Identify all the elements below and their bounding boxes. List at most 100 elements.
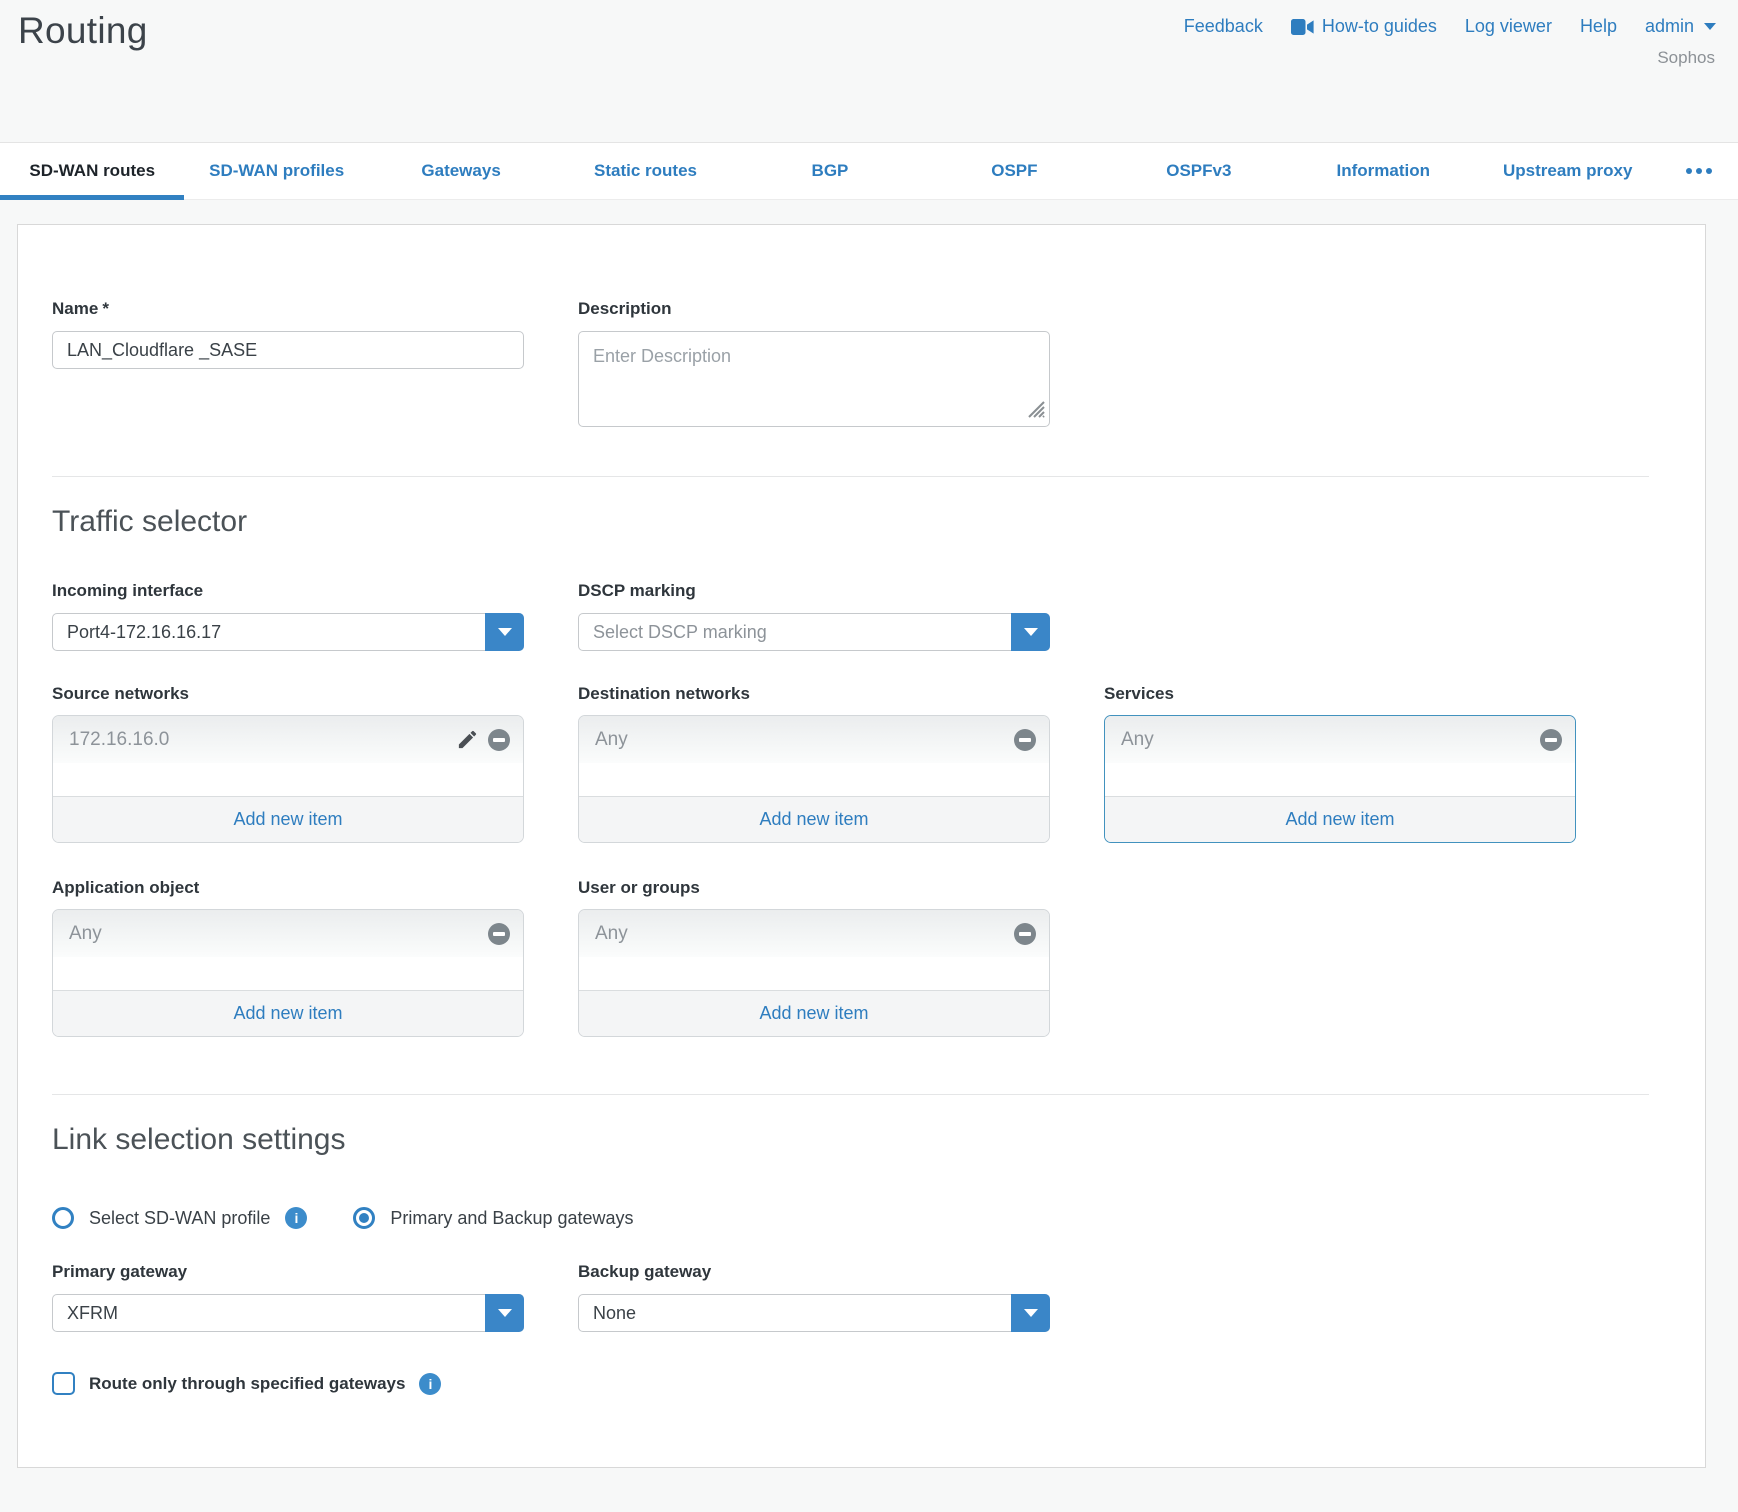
- minus-circle-icon[interactable]: [488, 729, 510, 751]
- section-divider: [52, 476, 1649, 477]
- admin-label: admin: [1645, 16, 1694, 37]
- video-camera-icon: [1291, 19, 1314, 35]
- info-circle-icon[interactable]: i: [419, 1373, 441, 1395]
- source-networks-box: 172.16.16.0 Add new item: [52, 715, 524, 843]
- user-groups-add-button[interactable]: Add new item: [579, 990, 1049, 1036]
- destination-networks-box: Any Add new item: [578, 715, 1050, 843]
- tab-bgp[interactable]: BGP: [738, 143, 922, 199]
- chevron-down-icon: [1704, 23, 1716, 30]
- tab-information[interactable]: Information: [1291, 143, 1475, 199]
- howto-guides-link[interactable]: How-to guides: [1291, 16, 1437, 37]
- pencil-icon[interactable]: [456, 728, 479, 751]
- minus-circle-icon[interactable]: [1014, 923, 1036, 945]
- admin-menu[interactable]: admin: [1645, 16, 1716, 37]
- list-item: Any: [579, 716, 1049, 763]
- minus-circle-icon[interactable]: [488, 923, 510, 945]
- list-item: Any: [579, 910, 1049, 957]
- list-item: Any: [1105, 716, 1575, 763]
- radio-icon-checked[interactable]: [353, 1207, 375, 1229]
- tab-sd-wan-routes[interactable]: SD-WAN routes: [0, 143, 184, 199]
- page-header: Routing Feedback How-to guides Log viewe…: [0, 0, 1738, 142]
- application-object-label: Application object: [52, 878, 524, 898]
- route-only-label[interactable]: Route only through specified gateways: [89, 1374, 405, 1394]
- primary-gateway-label: Primary gateway: [52, 1262, 524, 1282]
- services-add-button[interactable]: Add new item: [1105, 796, 1575, 842]
- required-mark: *: [102, 299, 109, 318]
- dscp-marking-select[interactable]: Select DSCP marking: [578, 613, 1050, 651]
- description-textarea[interactable]: [578, 331, 1050, 427]
- caret-down-icon: [1024, 1309, 1038, 1317]
- destination-networks-label: Destination networks: [578, 684, 1050, 704]
- user-groups-value: Any: [595, 923, 1014, 945]
- header-nav: Feedback How-to guides Log viewer Help a…: [1184, 16, 1716, 37]
- incoming-interface-label: Incoming interface: [52, 581, 524, 601]
- section-divider: [52, 1094, 1649, 1095]
- primary-gateway-dropdown-button[interactable]: [485, 1294, 524, 1332]
- application-object-box: Any Add new item: [52, 909, 524, 1037]
- services-box: Any Add new item: [1104, 715, 1576, 843]
- user-groups-label: User or groups: [578, 878, 1050, 898]
- log-viewer-label: Log viewer: [1465, 16, 1552, 37]
- application-object-value: Any: [69, 923, 488, 945]
- primary-gateway-value: XFRM: [67, 1303, 118, 1324]
- backup-gateway-select[interactable]: None: [578, 1294, 1050, 1332]
- user-groups-box: Any Add new item: [578, 909, 1050, 1037]
- incoming-interface-select[interactable]: Port4-172.16.16.17: [52, 613, 524, 651]
- link-selection-heading: Link selection settings: [52, 1123, 1705, 1157]
- ellipsis-icon: [1686, 168, 1692, 174]
- source-networks-label: Source networks: [52, 684, 524, 704]
- services-label: Services: [1104, 684, 1576, 704]
- application-object-add-button[interactable]: Add new item: [53, 990, 523, 1036]
- page-title: Routing: [18, 10, 148, 52]
- tab-ospfv3[interactable]: OSPFv3: [1107, 143, 1291, 199]
- name-label: Name*: [52, 299, 524, 319]
- source-networks-add-button[interactable]: Add new item: [53, 796, 523, 842]
- sd-wan-route-form: Name* Description: [17, 224, 1706, 1468]
- incoming-interface-value: Port4-172.16.16.17: [67, 622, 221, 643]
- help-label: Help: [1580, 16, 1617, 37]
- radio-icon[interactable]: [52, 1207, 74, 1229]
- service-value: Any: [1121, 729, 1540, 751]
- radio-primary-backup-gateways[interactable]: Primary and Backup gateways: [353, 1207, 633, 1229]
- info-circle-icon[interactable]: i: [285, 1207, 307, 1229]
- name-input[interactable]: [52, 331, 524, 369]
- feedback-link-label: Feedback: [1184, 16, 1263, 37]
- source-network-value: 172.16.16.0: [69, 729, 456, 751]
- minus-circle-icon[interactable]: [1014, 729, 1036, 751]
- brand-label: Sophos: [1657, 48, 1715, 68]
- more-tabs-button[interactable]: [1660, 143, 1738, 199]
- radio-select-sdwan-profile[interactable]: Select SD-WAN profile i: [52, 1207, 307, 1229]
- primary-gateway-select[interactable]: XFRM: [52, 1294, 524, 1332]
- dscp-marking-dropdown-button[interactable]: [1011, 613, 1050, 651]
- route-only-row: Route only through specified gateways i: [52, 1372, 1705, 1395]
- caret-down-icon: [498, 628, 512, 636]
- description-label: Description: [578, 299, 1050, 319]
- traffic-selector-heading: Traffic selector: [52, 505, 1705, 539]
- help-link[interactable]: Help: [1580, 16, 1617, 37]
- howto-guides-label: How-to guides: [1322, 16, 1437, 37]
- backup-gateway-label: Backup gateway: [578, 1262, 1050, 1282]
- destination-networks-add-button[interactable]: Add new item: [579, 796, 1049, 842]
- route-only-checkbox[interactable]: [52, 1372, 75, 1395]
- tab-bar: SD-WAN routes SD-WAN profiles Gateways S…: [0, 142, 1738, 200]
- caret-down-icon: [1024, 628, 1038, 636]
- tab-ospf[interactable]: OSPF: [922, 143, 1106, 199]
- list-item: Any: [53, 910, 523, 957]
- backup-gateway-dropdown-button[interactable]: [1011, 1294, 1050, 1332]
- tab-upstream-proxy[interactable]: Upstream proxy: [1476, 143, 1660, 199]
- minus-circle-icon[interactable]: [1540, 729, 1562, 751]
- tab-gateways[interactable]: Gateways: [369, 143, 553, 199]
- caret-down-icon: [498, 1309, 512, 1317]
- dscp-marking-placeholder: Select DSCP marking: [593, 622, 767, 643]
- log-viewer-link[interactable]: Log viewer: [1465, 16, 1552, 37]
- radio-select-sdwan-profile-label[interactable]: Select SD-WAN profile: [89, 1208, 270, 1229]
- tab-sd-wan-profiles[interactable]: SD-WAN profiles: [184, 143, 368, 199]
- destination-network-value: Any: [595, 729, 1014, 751]
- gateway-mode-radio-group: Select SD-WAN profile i Primary and Back…: [52, 1207, 1705, 1229]
- feedback-link[interactable]: Feedback: [1184, 16, 1263, 37]
- incoming-interface-dropdown-button[interactable]: [485, 613, 524, 651]
- tab-static-routes[interactable]: Static routes: [553, 143, 737, 199]
- radio-primary-backup-gateways-label[interactable]: Primary and Backup gateways: [390, 1208, 633, 1229]
- dscp-marking-label: DSCP marking: [578, 581, 1050, 601]
- list-item: 172.16.16.0: [53, 716, 523, 763]
